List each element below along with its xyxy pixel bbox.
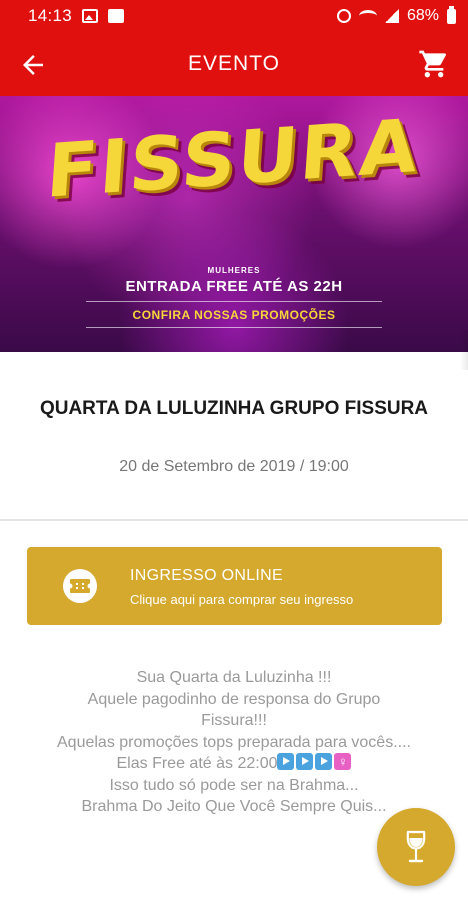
event-description: Sua Quarta da Luluzinha !!! Aquele pagod… bbox=[20, 667, 448, 818]
edge-handle bbox=[460, 330, 468, 370]
female-sign-emoji-icon: ♀ bbox=[334, 753, 352, 770]
banner-promo: CONFIRA NOSSAS PROMOÇÕES bbox=[132, 308, 336, 322]
event-banner: FISSURA MULHERES ENTRADA FREE ATÉ AS 22H… bbox=[0, 96, 468, 352]
battery-percentage: 68% bbox=[406, 7, 439, 24]
play-button-emoji-icon bbox=[315, 753, 333, 770]
description-line-with-emoji: Elas Free até às 22:00 ♀ bbox=[20, 753, 448, 775]
signal-icon bbox=[384, 9, 399, 23]
emoji-row: ♀ bbox=[277, 753, 352, 770]
banner-title: FISSURA bbox=[43, 103, 423, 215]
ticket-icon bbox=[63, 569, 97, 603]
play-button-emoji-icon bbox=[277, 753, 295, 770]
banner-divider bbox=[86, 327, 382, 328]
drinks-fab-button[interactable] bbox=[377, 808, 455, 886]
description-line: Aquelas promoções tops preparada para vo… bbox=[57, 733, 411, 751]
event-title: QUARTA DA LULUZINHA GRUPO FISSURA bbox=[39, 398, 429, 419]
battery-icon bbox=[447, 5, 456, 24]
description-line: Brahma Do Jeito Que Você Sempre Quis... bbox=[81, 798, 387, 815]
page-title: EVENTO bbox=[188, 52, 280, 75]
wine-glass-icon bbox=[406, 830, 426, 863]
ticket-button-label: INGRESSO ONLINE bbox=[130, 567, 283, 584]
ticket-button-subtitle: Clique aqui para comprar seu ingresso bbox=[130, 592, 354, 607]
play-button-emoji-icon bbox=[296, 753, 314, 770]
divider bbox=[0, 519, 468, 521]
description-line: Elas Free até às 22:00 bbox=[116, 755, 278, 772]
arrow-left-icon bbox=[23, 55, 43, 75]
status-bar: 14:13 68% bbox=[0, 0, 468, 32]
description-line: Sua Quarta da Luluzinha !!! bbox=[136, 669, 332, 686]
wifi-icon bbox=[358, 10, 377, 22]
app-bar: EVENTO bbox=[0, 32, 468, 96]
description-line: Aquele pagodinho de responsa do Grupo bbox=[87, 690, 381, 708]
banner-divider bbox=[86, 301, 382, 302]
description-line: Fissura!!! bbox=[201, 712, 267, 729]
banner-subtitle: ENTRADA FREE ATÉ AS 22H bbox=[125, 278, 343, 295]
payment-notification-icon bbox=[108, 9, 125, 23]
event-date: 20 de Setembro de 2019 / 19:00 bbox=[119, 458, 349, 475]
cart-button[interactable] bbox=[418, 48, 450, 80]
gallery-notification-icon bbox=[82, 9, 99, 23]
alarm-icon bbox=[336, 9, 351, 23]
back-button[interactable] bbox=[18, 50, 48, 80]
status-time: 14:13 bbox=[28, 6, 73, 25]
description-line: Isso tudo só pode ser na Brahma... bbox=[109, 776, 359, 794]
shopping-cart-icon bbox=[419, 50, 447, 78]
buy-ticket-button[interactable]: INGRESSO ONLINE Clique aqui para comprar… bbox=[27, 547, 442, 625]
banner-subtitle-small: MULHERES bbox=[207, 266, 261, 275]
